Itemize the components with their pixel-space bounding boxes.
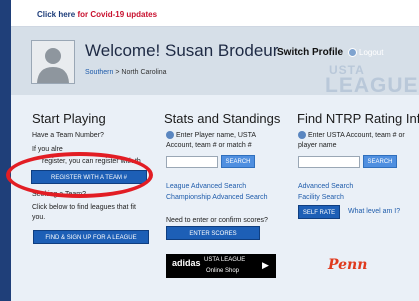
stats-search-button[interactable]: SEARCH (221, 155, 255, 168)
stats-search-input[interactable] (166, 156, 218, 168)
red-highlight-circle (6, 152, 153, 198)
logout-label[interactable]: Logout (359, 48, 383, 57)
find-league-button[interactable]: FIND & SIGN UP FOR A LEAGUE (33, 230, 149, 244)
ntrp-title: Find NTRP Rating Info (297, 111, 419, 126)
breadcrumb-southern[interactable]: Southern (85, 69, 113, 76)
have-team-number-text: Have a Team Number? (32, 132, 104, 139)
breadcrumb: Southern > North Carolina (85, 69, 167, 76)
avatar (31, 40, 75, 84)
find-leagues-text-2: you. (32, 214, 46, 221)
logout-link[interactable]: Logout (348, 48, 383, 57)
league-watermark: LEAGUE (325, 74, 419, 95)
covid-label[interactable]: for Covid-19 updates (75, 10, 157, 19)
user-silhouette-icon (32, 41, 74, 83)
ntrp-search-button[interactable]: SEARCH (363, 155, 397, 168)
ntrp-advanced-search-link[interactable]: Advanced Search (298, 183, 353, 190)
stats-prompt-1: Enter Player name, USTA (166, 131, 256, 140)
enter-scores-button[interactable]: ENTER SCORES (166, 226, 260, 240)
championship-advanced-search-link[interactable]: Championship Advanced Search (166, 194, 268, 201)
left-rail (0, 0, 11, 301)
adidas-ad-banner[interactable]: adidas USTA LEAGUE Online Shop ▶ (166, 254, 276, 278)
adidas-logo: adidas (172, 258, 201, 268)
penn-logo: Penn (328, 257, 368, 273)
covid-bar: Click here for Covid-19 updates (11, 0, 419, 27)
enter-scores-prompt: Need to enter or confirm scores? (166, 217, 268, 224)
switch-profile-link[interactable]: Switch Profile (277, 47, 343, 58)
facility-search-link[interactable]: Facility Search (298, 194, 344, 201)
info-icon (166, 131, 174, 140)
ntrp-search-input[interactable] (298, 156, 360, 168)
play-arrow-icon: ▶ (262, 260, 269, 270)
start-playing-title: Start Playing (32, 111, 106, 126)
self-rate-button[interactable]: SELF RATE (298, 205, 340, 219)
what-level-link[interactable]: What level am I? (348, 208, 400, 215)
league-advanced-search-link[interactable]: League Advanced Search (166, 183, 246, 190)
find-leagues-text-1: Click below to find leagues that fit (32, 204, 136, 211)
ad-usta-label: USTA LEAGUE (204, 257, 246, 263)
breadcrumb-current: > North Carolina (113, 69, 167, 76)
logout-icon (348, 48, 357, 57)
ad-online-shop-label: Online Shop (206, 268, 240, 274)
welcome-banner: Welcome! Susan Brodeur Switch Profile Lo… (11, 27, 419, 95)
click-here-label[interactable]: Click here (37, 10, 75, 19)
ntrp-prompt-2: player name (298, 142, 337, 149)
info-icon (298, 131, 306, 140)
welcome-title: Welcome! Susan Brodeur (85, 41, 279, 60)
stats-prompt-2: Account, team # or match # (166, 142, 252, 149)
ntrp-prompt-1: Enter USTA Account, team # or (298, 131, 405, 140)
stats-title: Stats and Standings (164, 111, 281, 126)
covid-link[interactable]: Click here for Covid-19 updates (37, 10, 157, 19)
